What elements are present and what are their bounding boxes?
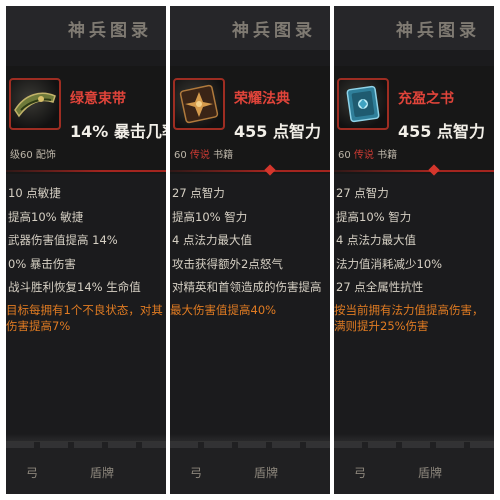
item-primary-stat: 455 点智力 bbox=[398, 122, 485, 141]
attribute-line: 27 点全属性抗性 bbox=[336, 280, 424, 294]
attribute-line: 对精英和首领造成的伤害提高 bbox=[172, 280, 322, 294]
attribute-line: 27 点智力 bbox=[336, 186, 389, 200]
item-name: 充盈之书 bbox=[398, 91, 454, 107]
item-panel-1: 神兵图录 绿意束带 14% 暴击几率 级60 配饰 10 点敏捷 提高10% 敏… bbox=[6, 6, 166, 494]
category-tabs: 弓 盾牌 bbox=[170, 441, 330, 494]
item-level: 60 bbox=[174, 150, 190, 161]
codex-icon bbox=[173, 78, 225, 130]
tab-bow[interactable]: 弓 bbox=[354, 464, 366, 481]
item-panel-3: 神兵图录 充盈之书 455 点智力 60 传说 书籍 27 点智力 提高10% … bbox=[334, 6, 494, 494]
tab-strip bbox=[170, 442, 330, 448]
tab-shield[interactable]: 盾牌 bbox=[90, 464, 114, 481]
section-divider bbox=[334, 170, 494, 172]
belt-icon bbox=[9, 78, 61, 130]
panel-title: 神兵图录 bbox=[170, 6, 330, 50]
tab-bow[interactable]: 弓 bbox=[26, 464, 38, 481]
attribute-line: 武器伤害值提高 14% bbox=[8, 233, 118, 247]
tab-shield[interactable]: 盾牌 bbox=[254, 464, 278, 481]
item-meta: 60 传说 书籍 bbox=[338, 146, 397, 161]
item-meta: 级60 配饰 bbox=[10, 146, 56, 161]
attribute-line: 4 点法力最大值 bbox=[172, 233, 252, 247]
item-meta: 60 传说 书籍 bbox=[174, 146, 233, 161]
item-type: 书籍 bbox=[213, 150, 234, 161]
section-divider bbox=[6, 170, 166, 172]
special-line: 最大伤害值提高40% bbox=[170, 303, 277, 317]
item-card[interactable]: 荣耀法典 455 点智力 60 传说 书籍 bbox=[170, 66, 330, 174]
item-level: 级60 bbox=[10, 150, 36, 161]
tome-icon bbox=[337, 78, 389, 130]
attribute-list: 27 点智力 提高10% 智力 4 点法力最大值 法力值消耗减少10% 27 点… bbox=[334, 182, 494, 300]
attribute-line: 0% 暴击伤害 bbox=[8, 256, 76, 271]
item-level: 60 bbox=[338, 150, 354, 161]
special-line: 满则提升25%伤害 bbox=[334, 319, 429, 333]
attribute-line: 战斗胜利恢复14% 生命值 bbox=[8, 280, 141, 294]
section-divider bbox=[170, 170, 330, 172]
attribute-list: 27 点智力 提高10% 智力 4 点法力最大值 攻击获得额外2点怒气 对精英和… bbox=[170, 182, 330, 300]
attribute-line: 10 点敏捷 bbox=[8, 186, 61, 200]
tab-shield[interactable]: 盾牌 bbox=[418, 464, 442, 481]
panel-title: 神兵图录 bbox=[334, 6, 494, 50]
attribute-line: 提高10% 智力 bbox=[336, 209, 412, 224]
item-type: 书籍 bbox=[377, 150, 398, 161]
attribute-line: 法力值消耗减少10% bbox=[336, 256, 443, 271]
special-line: 目标每拥有1个不良状态，对其 bbox=[6, 303, 163, 317]
special-line: 按当前拥有法力值提高伤害， bbox=[334, 303, 484, 317]
special-line: 伤害提高7% bbox=[6, 319, 71, 333]
item-rarity: 传说 bbox=[353, 150, 374, 161]
tab-bow[interactable]: 弓 bbox=[190, 464, 202, 481]
attribute-line: 攻击获得额外2点怒气 bbox=[172, 256, 283, 271]
category-tabs: 弓 盾牌 bbox=[6, 441, 166, 494]
tab-strip bbox=[6, 442, 166, 448]
attribute-line: 提高10% 智力 bbox=[172, 209, 248, 224]
special-effect: 按当前拥有法力值提高伤害， 满则提升25%伤害 bbox=[334, 302, 494, 334]
item-card[interactable]: 充盈之书 455 点智力 60 传说 书籍 bbox=[334, 66, 494, 174]
item-primary-stat: 455 点智力 bbox=[234, 122, 321, 141]
category-tabs: 弓 盾牌 bbox=[334, 441, 494, 494]
item-name: 荣耀法典 bbox=[234, 91, 290, 107]
attribute-line: 4 点法力最大值 bbox=[336, 233, 416, 247]
tab-strip bbox=[334, 442, 494, 448]
item-rarity: 传说 bbox=[189, 150, 210, 161]
special-effect: 最大伤害值提高40% bbox=[170, 302, 330, 318]
attribute-line: 27 点智力 bbox=[172, 186, 225, 200]
item-type: 配饰 bbox=[35, 150, 56, 161]
item-primary-stat: 14% 暴击几率 bbox=[70, 122, 166, 141]
special-effect: 目标每拥有1个不良状态，对其 伤害提高7% bbox=[6, 302, 166, 334]
attribute-list: 10 点敏捷 提高10% 敏捷 武器伤害值提高 14% 0% 暴击伤害 战斗胜利… bbox=[6, 182, 166, 300]
item-card[interactable]: 绿意束带 14% 暴击几率 级60 配饰 bbox=[6, 66, 166, 174]
panel-title: 神兵图录 bbox=[6, 6, 166, 50]
attribute-line: 提高10% 敏捷 bbox=[8, 209, 84, 224]
item-panel-2: 神兵图录 荣耀法典 455 点智力 60 传说 书籍 27 点智力 提高10% … bbox=[170, 6, 330, 494]
item-name: 绿意束带 bbox=[70, 91, 126, 107]
